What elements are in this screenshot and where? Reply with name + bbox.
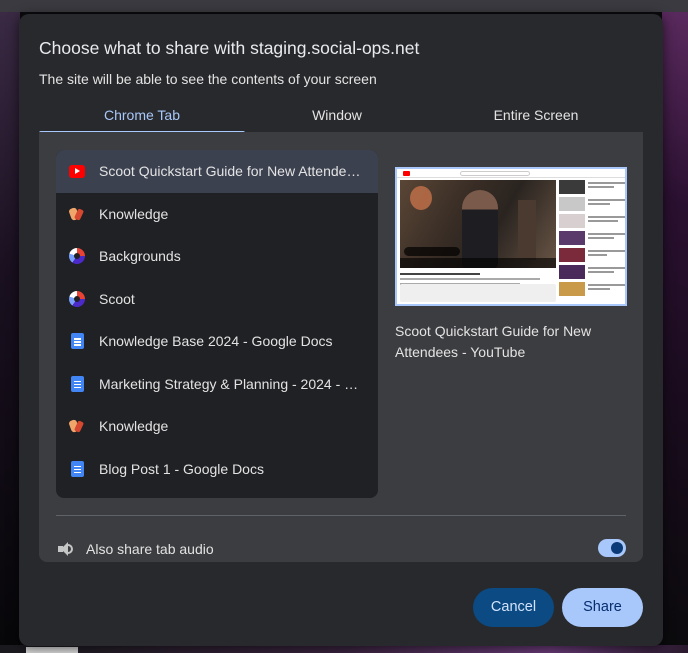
share-source-tabs: Chrome Tab Window Entire Screen [39, 104, 643, 134]
scoot-icon [69, 290, 85, 307]
share-audio-label: Also share tab audio [86, 541, 214, 557]
background-bottom [0, 645, 688, 653]
background-right [662, 12, 688, 653]
preview-recommendations [559, 180, 625, 304]
list-item-label: Scoot [99, 290, 135, 307]
list-item[interactable]: Blog Post 1 - Google Docs [56, 448, 378, 491]
list-item-label: Scoot Quickstart Guide for New Attendees… [99, 163, 365, 180]
background-chip [26, 647, 78, 653]
list-item-label: Knowledge Base 2024 - Google Docs [99, 333, 333, 350]
preview-caption: Scoot Quickstart Guide for New Attendees… [395, 323, 592, 360]
toggle-knob [611, 542, 623, 554]
list-item-label: Blog Post 1 - Google Docs [99, 460, 264, 477]
list-item[interactable]: Knowledge [56, 405, 378, 448]
scoot-icon [69, 248, 85, 265]
share-audio-row: Also share tab audio [56, 529, 626, 569]
tab-content-panel: Scoot Quickstart Guide for New Attendees… [39, 132, 643, 562]
share-audio-toggle[interactable] [598, 539, 626, 557]
youtube-icon [69, 163, 85, 179]
background-browser-bar [0, 0, 688, 12]
preview-description [400, 284, 556, 302]
tab-window[interactable]: Window [245, 104, 429, 134]
dialog-title: Choose what to share with staging.social… [39, 38, 420, 58]
preview-youtube-header [397, 169, 625, 178]
background-left [0, 12, 20, 653]
preview-video-info [400, 270, 556, 285]
google-docs-icon [69, 375, 85, 392]
google-docs-icon [69, 460, 85, 477]
share-screen-dialog: Choose what to share with staging.social… [19, 14, 663, 646]
knowledge-icon [68, 206, 85, 222]
list-item[interactable]: Marketing Strategy & Planning - 2024 - G… [56, 363, 378, 406]
tab-chrome-tab[interactable]: Chrome Tab [39, 104, 245, 134]
list-item[interactable]: Knowledge [56, 193, 378, 236]
dialog-subtitle: The site will be able to see the content… [39, 71, 377, 87]
preview-video-frame [400, 180, 556, 268]
list-item[interactable]: Knowledge Base 2024 - Google Docs [56, 320, 378, 363]
tab-list: Scoot Quickstart Guide for New Attendees… [56, 150, 378, 498]
list-item-label: Knowledge [99, 205, 169, 222]
list-item[interactable]: Scoot Quickstart Guide for New Attendees… [56, 150, 378, 193]
list-item[interactable]: Backgrounds [56, 235, 378, 278]
list-item[interactable]: Scoot [56, 278, 378, 321]
speaker-icon [56, 539, 76, 559]
tab-entire-screen[interactable]: Entire Screen [429, 104, 643, 134]
list-item-label: Backgrounds [99, 248, 181, 265]
list-item-label: Knowledge [99, 418, 169, 435]
knowledge-icon [68, 418, 85, 434]
cancel-button[interactable]: Cancel [473, 588, 554, 627]
tab-preview-thumbnail [395, 167, 627, 306]
google-docs-icon [69, 333, 85, 350]
divider [56, 515, 626, 516]
list-item-label: Marketing Strategy & Planning - 2024 - G… [99, 375, 365, 392]
share-button[interactable]: Share [562, 588, 643, 627]
